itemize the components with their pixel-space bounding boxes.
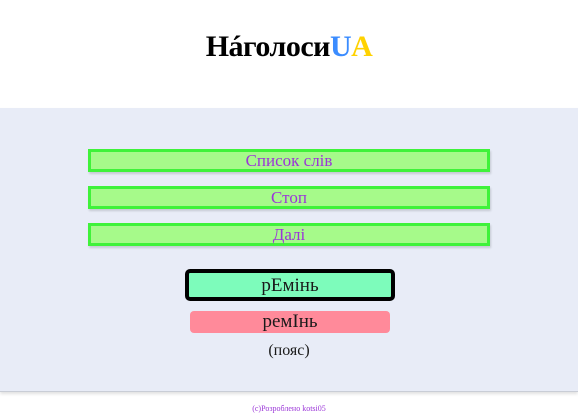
stop-button[interactable]: Стоп <box>88 186 490 209</box>
logo-u-letter: U <box>329 30 352 63</box>
footer-credit: (c)Розроблено kotsi05 <box>252 404 326 413</box>
page-header: НáголосиUA <box>0 0 578 108</box>
word-hint: (пояс) <box>268 342 310 359</box>
logo-a-letter: A <box>351 30 373 63</box>
answer-option-selected[interactable]: рЕмінь <box>185 269 395 301</box>
next-button[interactable]: Далі <box>88 223 490 246</box>
app-logo: НáголосиUA <box>0 30 578 64</box>
logo-text: Нáголоси <box>205 30 331 63</box>
word-list-button[interactable]: Список слів <box>88 149 490 172</box>
main-panel: Список слів Стоп Далі рЕмінь ремІнь (поя… <box>0 108 578 392</box>
answer-option-other[interactable]: ремІнь <box>190 311 390 333</box>
